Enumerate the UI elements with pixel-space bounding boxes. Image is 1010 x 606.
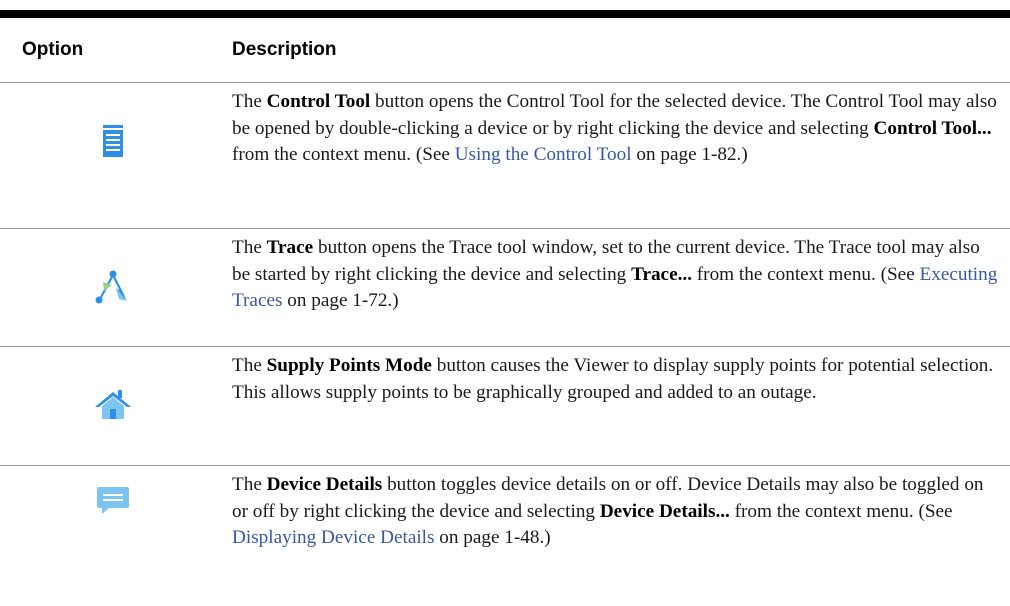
option-cell	[0, 347, 232, 465]
description-column-header: Description	[232, 39, 337, 60]
description-text: The	[232, 91, 267, 112]
table-row: The Supply Points Mode button causes the…	[0, 347, 1010, 466]
description-text: on page 1-82.)	[631, 144, 748, 165]
control-tool-icon[interactable]	[94, 122, 132, 160]
bold-term: Trace	[266, 237, 314, 258]
bold-term: Control Tool	[266, 91, 371, 112]
device-details-speech-bubble-icon[interactable]	[94, 480, 132, 518]
bold-term: Device Details...	[599, 500, 730, 522]
table-row: The Trace button opens the Trace tool wi…	[0, 229, 1010, 347]
description-text: from the context menu. (See	[232, 144, 455, 165]
supply-points-home-icon[interactable]	[94, 385, 132, 423]
cross-reference-link[interactable]: Using the Control Tool	[455, 144, 632, 165]
bold-term: Supply Points Mode	[266, 355, 432, 376]
bold-term: Trace...	[631, 263, 692, 285]
description-text: The	[232, 237, 267, 258]
description-text: The	[232, 355, 267, 376]
option-cell	[0, 229, 232, 346]
table-row: The Device Details button toggles device…	[0, 466, 1010, 606]
options-table: Option Description The Control Tool butt…	[0, 10, 1010, 606]
bold-term: Device Details	[266, 474, 383, 495]
description-cell: The Trace button opens the Trace tool wi…	[232, 229, 1010, 346]
description-cell: The Control Tool button opens the Contro…	[232, 83, 1010, 228]
description-cell: The Supply Points Mode button causes the…	[232, 347, 1010, 465]
description-text: The	[232, 474, 267, 495]
option-column-header: Option	[22, 39, 84, 60]
trace-icon[interactable]	[94, 268, 132, 306]
cross-reference-link[interactable]: Displaying Device Details	[232, 527, 434, 548]
bold-term: Control Tool...	[873, 117, 992, 139]
description-text: on page 1-48.)	[434, 527, 551, 548]
option-cell	[0, 83, 232, 228]
description-text: from the context menu. (See	[729, 500, 953, 522]
table-header-row: Option Description	[0, 18, 1010, 83]
description-cell: The Device Details button toggles device…	[232, 466, 1010, 606]
description-text: on page 1-72.)	[282, 290, 399, 311]
description-text: from the context menu. (See	[692, 263, 920, 285]
option-cell	[0, 466, 232, 606]
table-row: The Control Tool button opens the Contro…	[0, 83, 1010, 229]
